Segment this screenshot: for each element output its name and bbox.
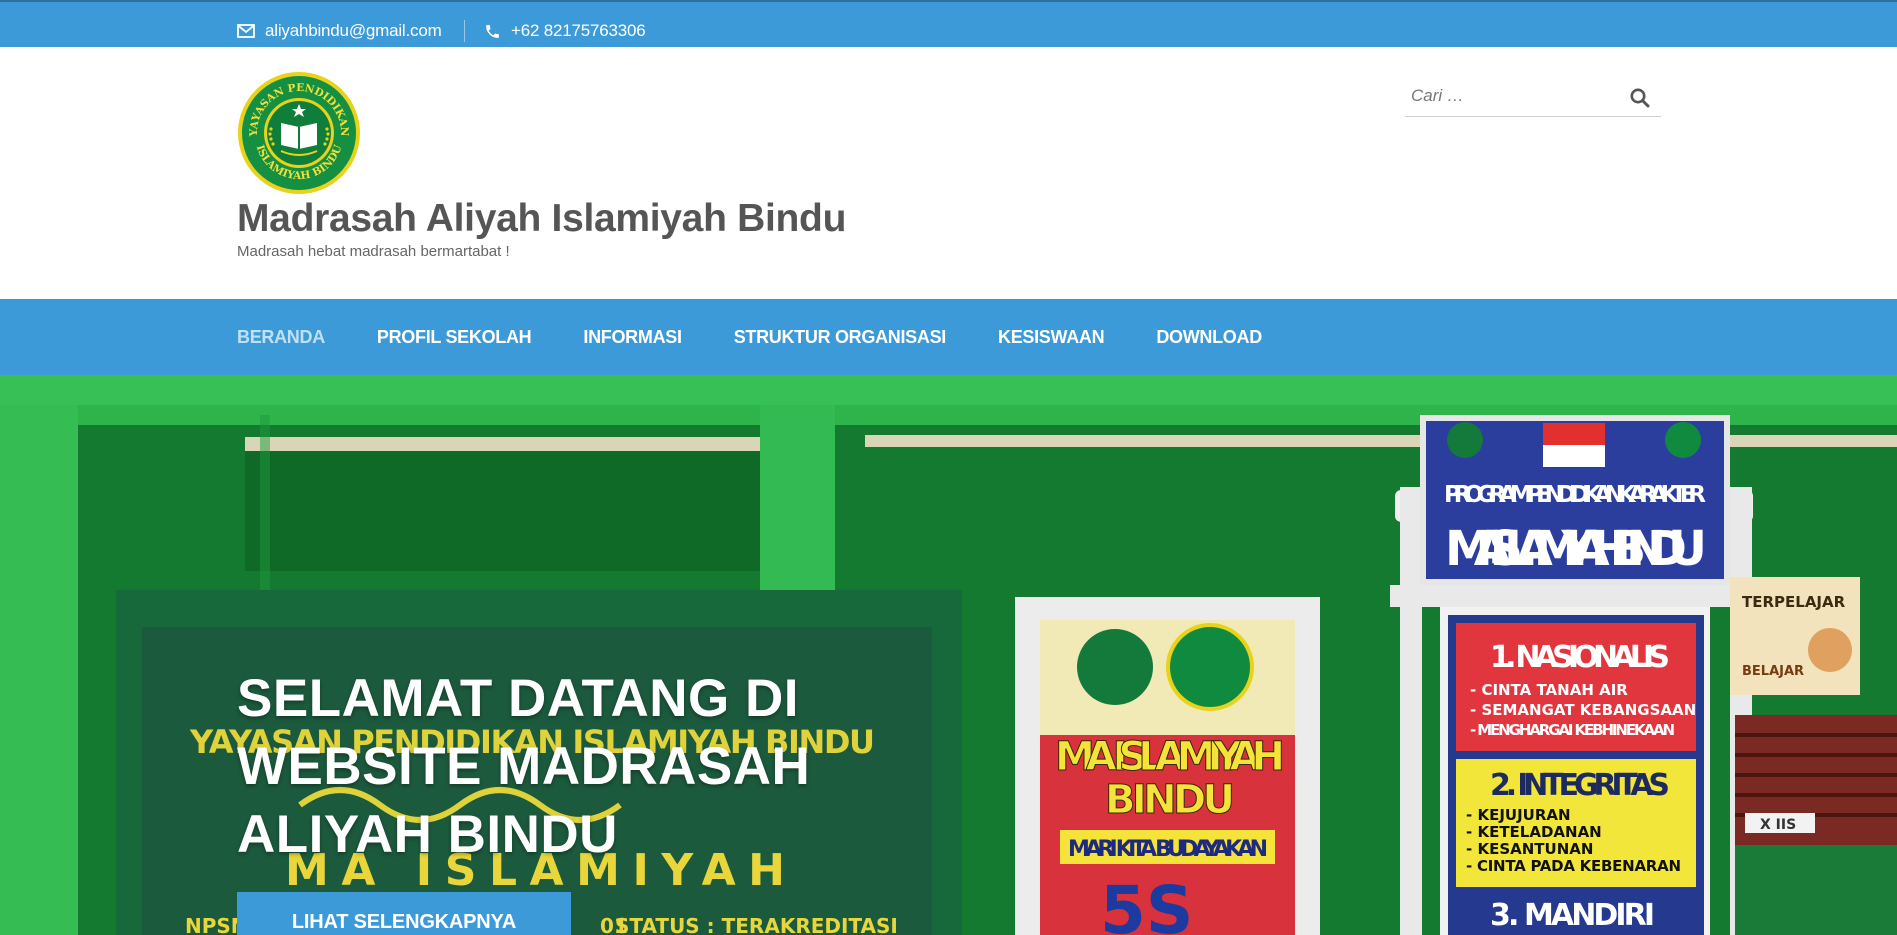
email-contact[interactable]: aliyahbindu@gmail.com — [237, 21, 442, 41]
svg-text:MA ISLAMIYAH BINDU: MA ISLAMIYAH BINDU — [1445, 521, 1707, 577]
svg-text:BELAJAR: BELAJAR — [1742, 664, 1804, 679]
svg-text:X IIS: X IIS — [1760, 817, 1796, 833]
nav-item-download[interactable]: DOWNLOAD — [1156, 327, 1262, 348]
svg-text:- CINTA TANAH AIR: - CINTA TANAH AIR — [1470, 681, 1628, 699]
svg-text:3. MANDIRI: 3. MANDIRI — [1490, 898, 1655, 933]
site-title[interactable]: Madrasah Aliyah Islamiyah Bindu — [237, 197, 846, 241]
site-tagline: Madrasah hebat madrasah bermartabat ! — [237, 243, 510, 260]
phone-icon — [486, 24, 499, 38]
search-form — [1405, 77, 1661, 117]
envelope-icon — [237, 24, 255, 38]
nav-item-informasi[interactable]: INFORMASI — [583, 327, 682, 348]
top-contact-bar: aliyahbindu@gmail.com +62 82175763306 — [0, 0, 1897, 47]
svg-text:MARI KITA BUDAYAKAN: MARI KITA BUDAYAKAN — [1068, 837, 1268, 862]
hero-slider: YAYASAN PENDIDIKAN ISLAMIYAH BINDU MA IS… — [0, 375, 1897, 935]
svg-text:1. NASIONALIS: 1. NASIONALIS — [1490, 640, 1670, 675]
nav-item-struktur-organisasi[interactable]: STRUKTUR ORGANISASI — [734, 327, 947, 348]
svg-text:- KEJUJURAN: - KEJUJURAN — [1466, 806, 1571, 824]
nav-item-beranda[interactable]: BERANDA — [237, 327, 325, 348]
svg-text:- SEMANGAT KEBANGSAAN: - SEMANGAT KEBANGSAAN — [1470, 701, 1696, 719]
search-icon[interactable] — [1629, 87, 1651, 109]
read-more-button[interactable]: LIHAT SELENGKAPNYA — [237, 892, 571, 935]
search-input[interactable] — [1411, 83, 1621, 109]
svg-text:- KESANTUNAN: - KESANTUNAN — [1466, 840, 1593, 858]
svg-text:STATUS : TERAKREDITASI: STATUS : TERAKREDITASI — [615, 914, 898, 935]
svg-text:2. INTEGRITAS: 2. INTEGRITAS — [1490, 768, 1670, 803]
site-header: YAYASAN PENDIDIKAN ISLAMIYAH BINDU Madra… — [0, 47, 1897, 299]
svg-text:5S: 5S — [1100, 872, 1193, 935]
phone-contact[interactable]: +62 82175763306 — [484, 21, 646, 41]
contact-divider — [464, 20, 465, 42]
svg-text:- CINTA PADA KEBENARAN: - CINTA PADA KEBENARAN — [1466, 857, 1681, 875]
main-navigation: BERANDA PROFIL SEKOLAH INFORMASI STRUKTU… — [0, 299, 1897, 375]
email-text: aliyahbindu@gmail.com — [265, 21, 442, 40]
phone-text: +62 82175763306 — [511, 21, 646, 40]
school-logo[interactable]: YAYASAN PENDIDIKAN ISLAMIYAH BINDU — [237, 71, 361, 195]
nav-item-profil-sekolah[interactable]: PROFIL SEKOLAH — [377, 327, 532, 348]
nav-item-kesiswaan[interactable]: KESISWAAN — [998, 327, 1105, 348]
svg-text:PROGRAM PENDIDIKAN KARAKTER: PROGRAM PENDIDIKAN KARAKTER — [1444, 482, 1706, 508]
hero-title: SELAMAT DATANG DI WEBSITE MADRASAH ALIYA… — [237, 669, 811, 864]
svg-text:BINDU: BINDU — [1105, 777, 1235, 823]
svg-text:- MENGHARGAI KEBHINEKAAN: - MENGHARGAI KEBHINEKAAN — [1470, 721, 1675, 739]
svg-text:MA ISLAMIYAH: MA ISLAMIYAH — [1055, 734, 1285, 780]
svg-text:TERPELAJAR: TERPELAJAR — [1742, 593, 1846, 611]
svg-text:- KETELADANAN: - KETELADANAN — [1466, 823, 1602, 841]
